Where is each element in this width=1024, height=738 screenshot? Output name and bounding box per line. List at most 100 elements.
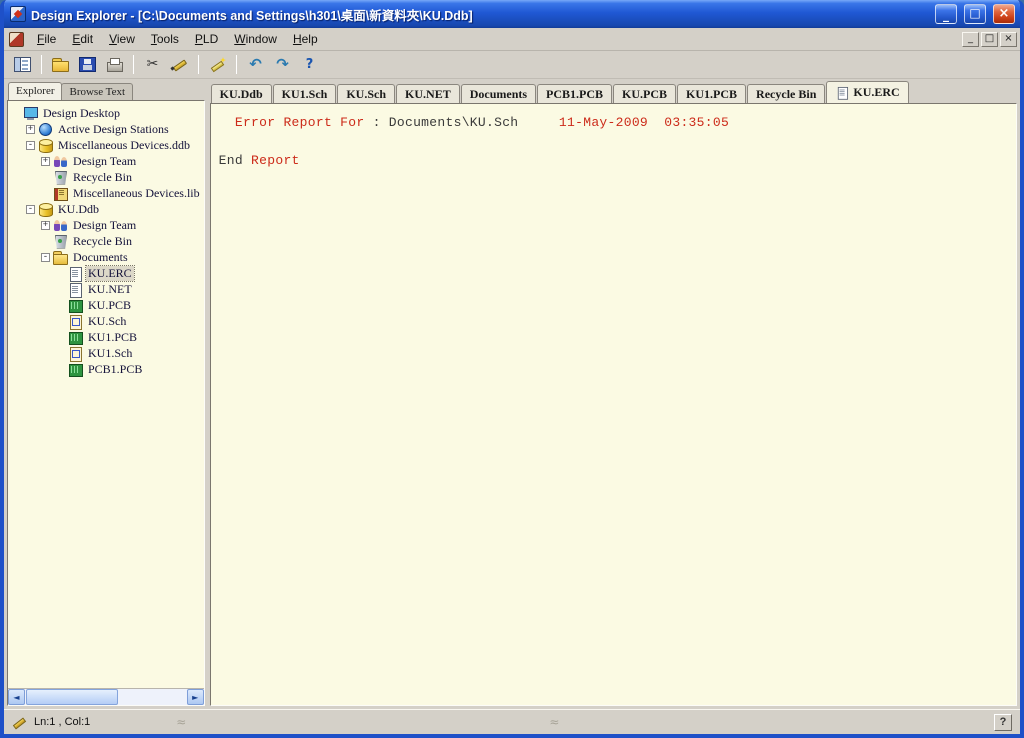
- menu-file[interactable]: File: [29, 29, 64, 49]
- recycle-icon: [53, 171, 68, 184]
- tree-indent: [11, 305, 56, 306]
- document-tab-ku-net[interactable]: KU.NET: [396, 84, 460, 103]
- document-tab-ku-ddb[interactable]: KU.Ddb: [211, 84, 272, 103]
- menu-view[interactable]: View: [101, 29, 143, 49]
- tree-item-documents[interactable]: -Documents: [11, 249, 202, 265]
- document-tab-ku-sch[interactable]: KU.Sch: [337, 84, 395, 103]
- print-button[interactable]: [102, 53, 127, 76]
- document-tab-ku1-sch[interactable]: KU1.Sch: [273, 84, 337, 103]
- draw-line-button[interactable]: [167, 53, 192, 76]
- tree-item-ku-erc[interactable]: KU.ERC: [11, 265, 202, 281]
- design-explorer-window: Design Explorer - [C:\Documents and Sett…: [0, 0, 1024, 738]
- tree-connector: [56, 349, 65, 358]
- toggle-explorer-panel-button[interactable]: [10, 53, 35, 76]
- scrollbar-track[interactable]: [25, 689, 187, 705]
- erc-report-view[interactable]: Error Report For : Documents\KU.Sch 11-M…: [210, 103, 1017, 706]
- menu-tools[interactable]: Tools: [143, 29, 187, 49]
- tree-item-design-team[interactable]: +Design Team: [11, 217, 202, 233]
- save-button[interactable]: [75, 53, 100, 76]
- tree-item-active-design-stations[interactable]: +Active Design Stations: [11, 121, 202, 137]
- document-tab-recycle-bin[interactable]: Recycle Bin: [747, 84, 825, 103]
- tree-item-ku-sch[interactable]: KU.Sch: [11, 313, 202, 329]
- mdi-child-icon[interactable]: [9, 32, 24, 47]
- floppy-disk-icon: [79, 57, 96, 72]
- toolbar-separator: [236, 55, 237, 74]
- expander-minus-icon[interactable]: -: [41, 253, 50, 262]
- redo-button[interactable]: ↷: [270, 53, 295, 76]
- tree-indent: [11, 177, 41, 178]
- document-tab-documents[interactable]: Documents: [461, 84, 536, 103]
- expander-minus-icon[interactable]: -: [26, 205, 35, 214]
- tree-item-ku-ddb[interactable]: -KU.Ddb: [11, 201, 202, 217]
- tree-indent: [11, 321, 56, 322]
- tree-item-recycle-bin[interactable]: Recycle Bin: [11, 169, 202, 185]
- help-button[interactable]: ?: [297, 53, 322, 76]
- title-bar: Design Explorer - [C:\Documents and Sett…: [4, 0, 1020, 28]
- expander-minus-icon[interactable]: -: [26, 141, 35, 150]
- tree-item-ku-pcb[interactable]: KU.PCB: [11, 297, 202, 313]
- sch-icon: [68, 315, 83, 328]
- tree-item-miscellaneous-devices-lib[interactable]: Miscellaneous Devices.lib: [11, 185, 202, 201]
- expander-plus-icon[interactable]: +: [41, 157, 50, 166]
- cut-button[interactable]: ✂: [140, 53, 165, 76]
- tree-connector: [56, 317, 65, 326]
- tab-explorer[interactable]: Explorer: [8, 82, 62, 100]
- tree-indent: [11, 241, 41, 242]
- recycle-icon: [53, 235, 68, 248]
- document-tab-ku1-pcb[interactable]: KU1.PCB: [677, 84, 746, 103]
- open-document-button[interactable]: [48, 53, 73, 76]
- tree-connector: [41, 189, 50, 198]
- tree-item-label: Recycle Bin: [71, 234, 134, 249]
- report-text: 11-May-2009 03:35:05: [559, 115, 729, 130]
- scrollbar-thumb[interactable]: [26, 689, 118, 705]
- database-icon: [38, 139, 53, 152]
- expander-plus-icon[interactable]: +: [41, 221, 50, 230]
- mdi-restore-button[interactable]: □: [981, 32, 998, 47]
- doc-icon: [68, 267, 83, 280]
- report-text: Error Report For: [219, 115, 373, 130]
- document-tab-ku-erc[interactable]: KU.ERC: [826, 81, 908, 103]
- document-tab-ku-pcb[interactable]: KU.PCB: [613, 84, 676, 103]
- design-explorer-app-icon[interactable]: [10, 6, 26, 22]
- tree-item-ku1-pcb[interactable]: KU1.PCB: [11, 329, 202, 345]
- mdi-minimize-button[interactable]: _: [962, 32, 979, 47]
- menu-window[interactable]: Window: [226, 29, 285, 49]
- database-icon: [38, 203, 53, 216]
- magic-wand-icon: [209, 57, 226, 72]
- tree-item-recycle-bin[interactable]: Recycle Bin: [11, 233, 202, 249]
- menu-help[interactable]: Help: [285, 29, 326, 49]
- tree-item-label: KU.Sch: [86, 314, 128, 329]
- document-tab-label: PCB1.PCB: [546, 87, 603, 102]
- question-mark-icon: ?: [301, 57, 318, 72]
- scroll-left-button[interactable]: ◄: [8, 689, 25, 705]
- tree-item-ku1-sch[interactable]: KU1.Sch: [11, 345, 202, 361]
- tree-item-design-team[interactable]: + Design Team: [11, 153, 202, 169]
- wizard-button[interactable]: [205, 53, 230, 76]
- menu-edit[interactable]: Edit: [64, 29, 101, 49]
- tree-indent: [11, 289, 56, 290]
- tree-item-label: Design Team: [71, 154, 138, 169]
- undo-button[interactable]: ↶: [243, 53, 268, 76]
- document-tab-pcb1-pcb[interactable]: PCB1.PCB: [537, 84, 612, 103]
- tree-indent: [11, 209, 26, 210]
- close-button[interactable]: ×: [993, 4, 1015, 24]
- scroll-right-button[interactable]: ►: [187, 689, 204, 705]
- tree-item-label: Design Desktop: [41, 106, 122, 121]
- doc-icon: [68, 283, 83, 296]
- document-icon: [837, 87, 850, 98]
- status-help-button[interactable]: ?: [994, 714, 1012, 731]
- tree-item-pcb1-pcb[interactable]: PCB1.PCB: [11, 361, 202, 377]
- expander-plus-icon[interactable]: +: [26, 125, 35, 134]
- report-text: End: [219, 153, 251, 168]
- tree-item-miscellaneous-devices-ddb[interactable]: -Miscellaneous Devices.ddb: [11, 137, 202, 153]
- printer-icon: [106, 57, 123, 72]
- minimize-button[interactable]: _: [935, 4, 957, 24]
- tab-browse-text[interactable]: Browse Text: [61, 83, 133, 100]
- menu-pld[interactable]: PLD: [187, 29, 226, 49]
- tree-item-design-desktop[interactable]: Design Desktop: [11, 105, 202, 121]
- maximize-button[interactable]: □: [964, 4, 986, 24]
- tree-item-ku-net[interactable]: KU.NET: [11, 281, 202, 297]
- tree-indent: [11, 225, 41, 226]
- mdi-close-button[interactable]: ×: [1000, 32, 1017, 47]
- close-icon: ×: [999, 6, 1010, 21]
